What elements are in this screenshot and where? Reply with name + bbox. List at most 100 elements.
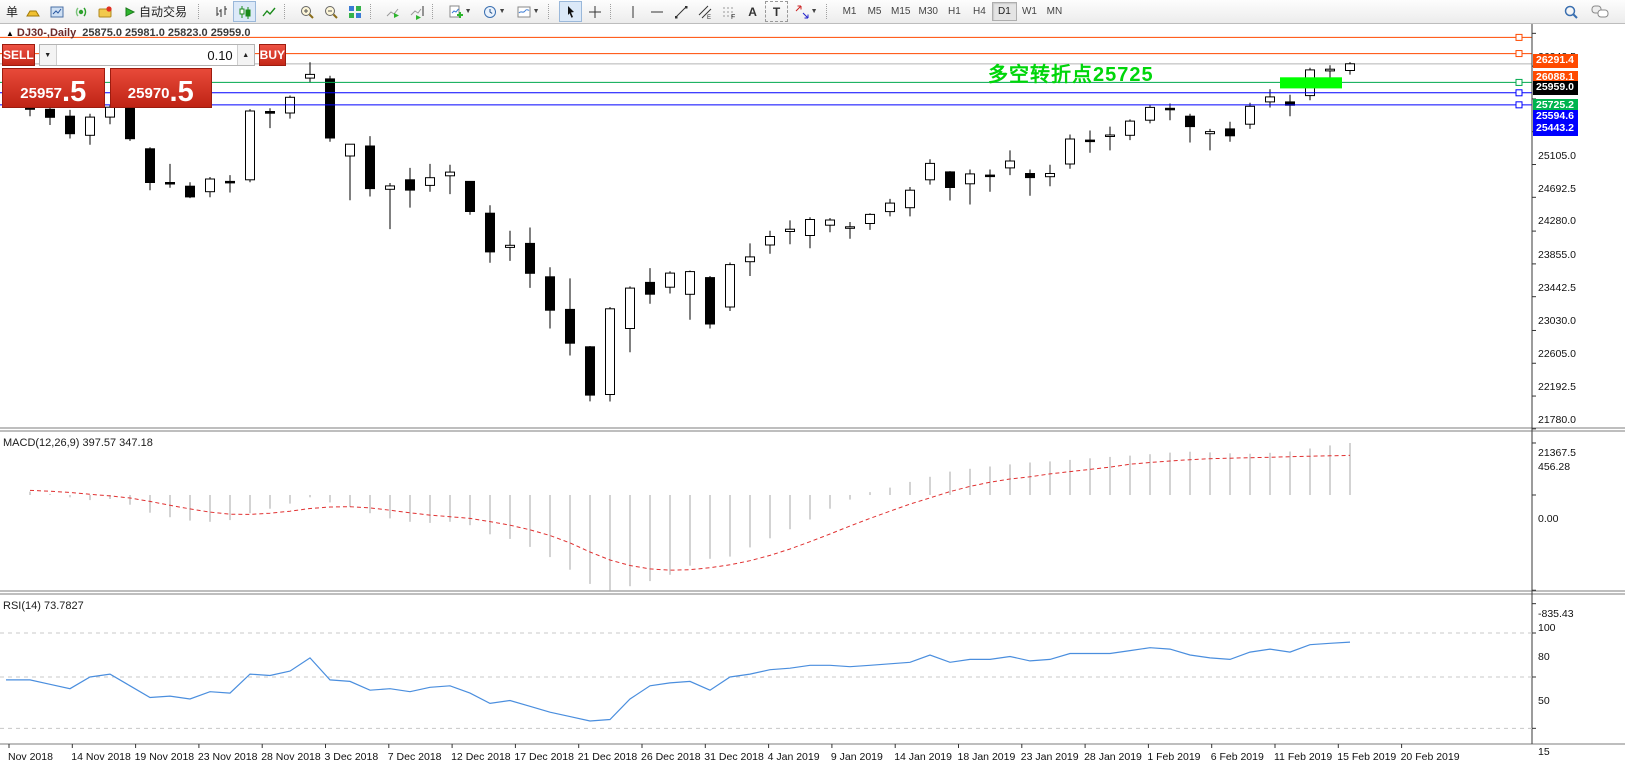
horizontal-line-button[interactable] [645,1,668,22]
chart-window-icon [49,4,65,20]
auto-scroll-icon [385,4,401,20]
chart-shift-button[interactable] [405,1,428,22]
toolbar-separator [370,4,376,19]
buy-price-main: 25970 [128,84,170,104]
search-icon [1563,4,1579,20]
zoom-in-icon [299,4,315,20]
sell-price[interactable]: 25957.5 [2,68,105,108]
timeframe-h4[interactable]: H4 [967,2,992,21]
zoom-out-button[interactable] [319,1,342,22]
timeframe-group: M1M5M15M30H1H4D1W1MN [837,2,1067,21]
main-axis-tick: 24692.5 [1538,183,1576,195]
autotrading-button[interactable]: 自动交易 [117,1,194,22]
main-axis-tick: 21780.0 [1538,414,1576,426]
volume-input[interactable] [57,45,237,65]
chevron-down-icon: ▼ [533,8,540,15]
candle-chart-button[interactable] [233,1,256,22]
toolbar-separator [548,4,554,19]
timeframe-h1[interactable]: H1 [942,2,967,21]
new-order-button[interactable]: 单 [6,3,20,20]
vertical-line-button[interactable] [621,1,644,22]
date-axis-label: 23 Jan 2019 [1021,751,1079,763]
tile-windows-button[interactable] [343,1,366,22]
annotation-text[interactable]: 多空转折点25725 [988,58,1154,87]
equidistant-channel-button[interactable]: E [693,1,716,22]
search-button[interactable] [1559,1,1582,22]
main-axis-tick: 23442.5 [1538,282,1576,294]
gold-icon [25,4,41,20]
symbol-period-label: DJ30-,Daily [17,27,76,39]
buy-button[interactable]: BUY [259,44,286,66]
mailbox-button[interactable] [93,1,116,22]
text-tool-button[interactable]: A [741,1,764,22]
periods-button[interactable]: ▼ [477,1,510,22]
date-axis-label: 31 Dec 2018 [704,751,764,763]
timeframe-mn[interactable]: MN [1042,2,1067,21]
date-axis-label: 14 Jan 2019 [894,751,952,763]
main-axis-tick: 22192.5 [1538,381,1576,393]
rsi-line [6,642,1350,721]
trend-line-button[interactable] [669,1,692,22]
chart-canvas[interactable] [0,24,1625,776]
highlight-rectangle [1280,77,1342,88]
vertical-line-icon [625,4,641,20]
clock-icon [482,4,498,20]
buy-price[interactable]: 25970.5 [110,68,213,108]
arrows-icon [794,4,810,20]
cursor-button[interactable] [559,1,582,22]
chart-area: ▲DJ30-,Daily25875.0 25981.0 25823.0 2595… [0,24,1625,776]
collapse-triangle-icon[interactable]: ▲ [6,29,14,38]
date-axis-label: 9 Jan 2019 [831,751,883,763]
zoom-in-button[interactable] [295,1,318,22]
toolbar: 单 自动交易 ▼ ▼ ▼ E F A T ▼ M1M5M15M30H1H4D1W… [0,0,1625,24]
volume-decrease-button[interactable]: ▼ [40,45,57,65]
bar-chart-icon [213,4,229,20]
line-chart-button[interactable] [257,1,280,22]
chevron-down-icon: ▼ [499,8,506,15]
ohlc-values: 25875.0 25981.0 25823.0 25959.0 [82,27,250,39]
macd-label: MACD(12,26,9) 397.57 347.18 [3,437,153,449]
main-axis-tick: 23030.0 [1538,315,1576,327]
bar-chart-button[interactable] [209,1,232,22]
template-chart-icon [516,4,532,20]
price-level-tag: 26291.4 [1533,54,1578,68]
timeframe-m15[interactable]: M15 [887,2,914,21]
timeframe-m1[interactable]: M1 [837,2,862,21]
date-axis-label: 28 Nov 2018 [261,751,321,763]
macd-axis-tick: 0.00 [1538,513,1558,525]
macd-axis-tick: -835.43 [1538,608,1574,620]
sell-button[interactable]: SELL [2,44,35,66]
chat-button[interactable] [1588,1,1611,22]
date-axis-label: 23 Nov 2018 [198,751,258,763]
line-end-marker [1516,102,1522,108]
candle-chart-icon [237,4,253,20]
volume-increase-button[interactable]: ▲ [237,45,254,65]
text-label-icon: T [773,5,780,19]
rsi-axis-tick: 15 [1538,746,1550,758]
templates-button[interactable]: ▼ [511,1,544,22]
date-axis-label: 21 Dec 2018 [578,751,638,763]
main-axis-tick: 21367.5 [1538,447,1576,459]
crosshair-button[interactable] [583,1,606,22]
line-end-marker [1516,90,1522,96]
autotrading-play-icon [124,6,136,18]
text-label-button[interactable]: T [765,1,788,22]
new-chart-button[interactable]: ▼ [443,1,476,22]
signals-button[interactable] [69,1,92,22]
crosshair-icon [587,4,603,20]
date-axis-label: 11 Feb 2019 [1274,751,1332,763]
timeframe-m30[interactable]: M30 [914,2,941,21]
chart-window-button[interactable] [45,1,68,22]
gold-button[interactable] [21,1,44,22]
timeframe-w1[interactable]: W1 [1017,2,1042,21]
sell-price-big-digit: .5 [62,80,86,104]
timeframe-d1[interactable]: D1 [992,2,1017,21]
arrows-button[interactable]: ▼ [789,1,822,22]
price-level-tag: 25443.2 [1533,122,1578,136]
fibonacci-button[interactable]: F [717,1,740,22]
timeframe-m5[interactable]: M5 [862,2,887,21]
auto-scroll-button[interactable] [381,1,404,22]
chart-title: ▲DJ30-,Daily 25875.0 25981.0 25823.0 2595… [6,27,250,39]
buy-price-big-digit: .5 [170,80,194,104]
fibonacci-icon: F [721,4,737,20]
